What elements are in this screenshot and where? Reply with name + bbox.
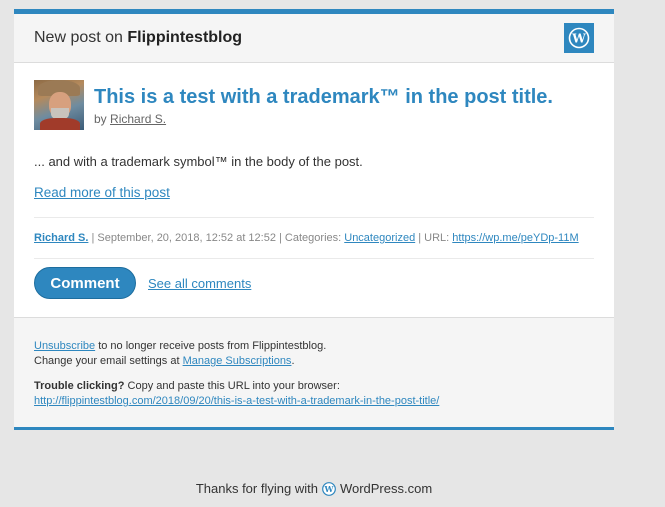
- post-url-link[interactable]: http://flippintestblog.com/2018/09/20/th…: [34, 395, 439, 407]
- svg-text:W: W: [323, 484, 334, 494]
- wordpress-small-icon: W: [322, 481, 336, 496]
- settings-line: Change your email settings at Manage Sub…: [34, 354, 594, 369]
- svg-text:W: W: [571, 32, 586, 46]
- thanks-text: Thanks for flying with: [195, 481, 318, 496]
- header-title: New post on Flippintestblog: [34, 29, 242, 47]
- email-header: New post on Flippintestblog W: [14, 14, 614, 63]
- manage-subscriptions-link[interactable]: Manage Subscriptions: [183, 355, 292, 367]
- post-header: This is a test with a trademark™ in the …: [34, 80, 594, 130]
- author-link[interactable]: Richard S.: [110, 112, 166, 126]
- post-title[interactable]: This is a test with a trademark™ in the …: [94, 86, 553, 108]
- email-footer: Unsubscribe to no longer receive posts f…: [14, 317, 614, 430]
- unsubscribe-link[interactable]: Unsubscribe: [34, 340, 95, 352]
- trouble-label: Trouble clicking?: [34, 380, 125, 392]
- unsubscribe-text: to no longer receive posts from Flippint…: [95, 340, 327, 352]
- meta-author-link[interactable]: Richard S.: [34, 232, 88, 244]
- email-card: New post on Flippintestblog W This is a …: [14, 9, 614, 430]
- trouble-text: Copy and paste this URL into your browse…: [124, 380, 340, 392]
- post-body: ... and with a trademark symbol™ in the …: [34, 154, 363, 169]
- comment-button[interactable]: Comment: [34, 267, 136, 299]
- blog-name: Flippintestblog: [127, 29, 243, 46]
- unsubscribe-line: Unsubscribe to no longer receive posts f…: [34, 339, 594, 354]
- title-block: This is a test with a trademark™ in the …: [94, 80, 553, 126]
- meta-url-label: | URL:: [415, 232, 453, 244]
- post-meta: Richard S. | September, 20, 2018, 12:52 …: [34, 218, 594, 258]
- byline: by Richard S.: [94, 112, 553, 126]
- settings-period: .: [291, 355, 295, 367]
- wordpress-logo-icon[interactable]: W: [564, 23, 594, 53]
- trouble-line: Trouble clicking? Copy and paste this UR…: [34, 379, 594, 394]
- read-more-link[interactable]: Read more of this post: [34, 185, 170, 200]
- thanks-line: Thanks for flying with W WordPress.com: [14, 481, 614, 496]
- see-all-comments-link[interactable]: See all comments: [148, 276, 251, 291]
- byline-label: by: [94, 112, 107, 126]
- post-actions: Comment See all comments: [34, 258, 594, 317]
- settings-text: Change your email settings at: [34, 355, 183, 367]
- meta-date: | September, 20, 2018, 12:52 at 12:52 | …: [88, 232, 345, 244]
- category-link[interactable]: Uncategorized: [344, 232, 415, 244]
- wordpress-brand[interactable]: WordPress.com: [340, 481, 432, 496]
- avatar[interactable]: [34, 80, 84, 130]
- post-content: This is a test with a trademark™ in the …: [14, 63, 614, 317]
- short-url-link[interactable]: https://wp.me/peYDp-11M: [452, 232, 578, 244]
- header-prefix: New post on: [34, 29, 123, 46]
